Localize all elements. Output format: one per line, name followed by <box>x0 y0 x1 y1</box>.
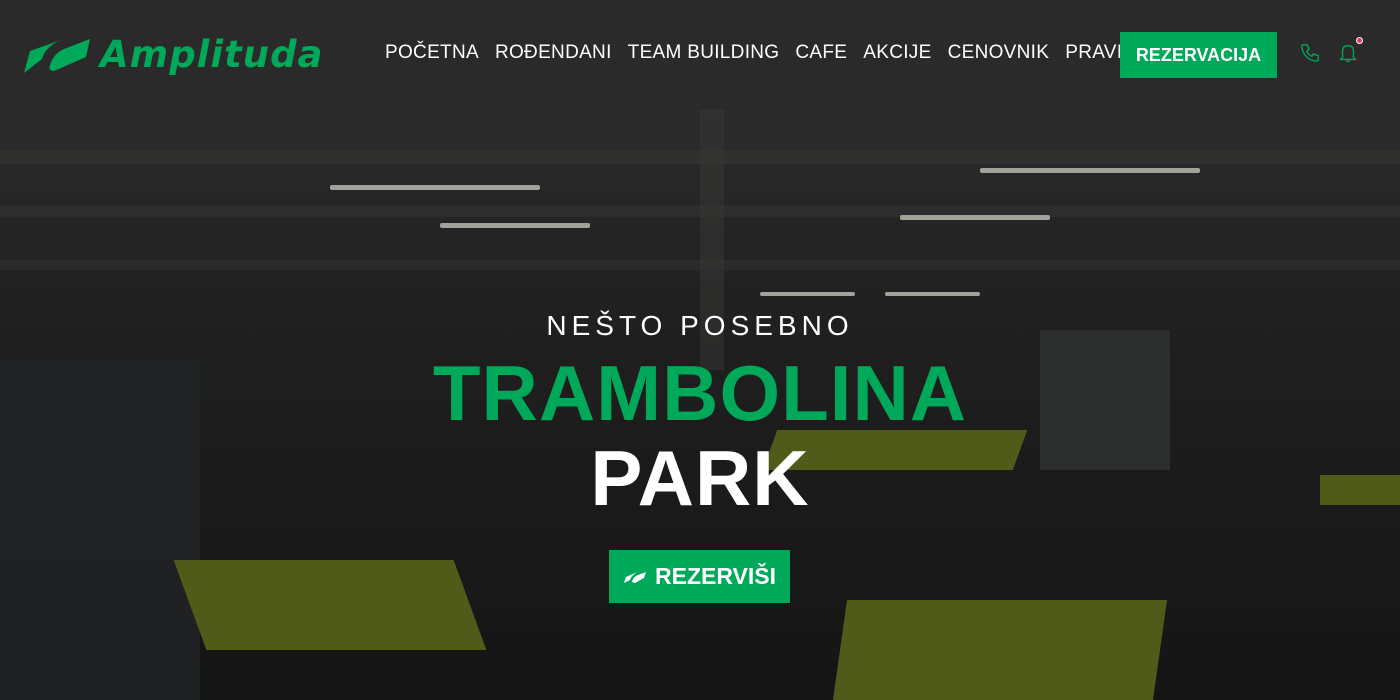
rezervisi-label: REZERVIŠI <box>655 563 776 589</box>
notification-badge <box>1356 37 1363 44</box>
bell-icon[interactable] <box>1337 42 1359 64</box>
nav-cenovnik[interactable]: CENOVNIK <box>948 42 1050 64</box>
nav-pocetna[interactable]: POČETNA <box>385 42 479 64</box>
rezervisi-button[interactable]: REZERVIŠI <box>609 550 790 603</box>
hero-title-line2: PARK <box>590 434 810 522</box>
hero-section: NEŠTO POSEBNO TRAMBOLINA PARK REZERVIŠI <box>0 110 1400 700</box>
hero-kicker: NEŠTO POSEBNO <box>546 310 854 341</box>
logo-mark-icon <box>24 38 90 73</box>
logo[interactable]: Amplituda <box>24 36 324 73</box>
nav-cafe[interactable]: CAFE <box>795 42 847 64</box>
logo-text: Amplituda <box>100 33 324 76</box>
nav-rodjendani[interactable]: ROĐENDANI <box>495 42 612 64</box>
main-nav: POČETNA ROĐENDANI TEAM BUILDING CAFE AKC… <box>385 42 1146 64</box>
hero-content: NEŠTO POSEBNO TRAMBOLINA PARK REZERVIŠI <box>0 110 1400 700</box>
nav-akcije[interactable]: AKCIJE <box>863 42 931 64</box>
nav-team-building[interactable]: TEAM BUILDING <box>628 42 780 64</box>
hero-title-line1: TRAMBOLINA <box>432 349 968 437</box>
site-header: Amplituda POČETNA ROĐENDANI TEAM BUILDIN… <box>0 0 1400 110</box>
phone-icon[interactable] <box>1299 42 1321 64</box>
rezervacija-button[interactable]: REZERVACIJA <box>1120 32 1277 78</box>
leaf-logo-icon <box>624 571 646 583</box>
